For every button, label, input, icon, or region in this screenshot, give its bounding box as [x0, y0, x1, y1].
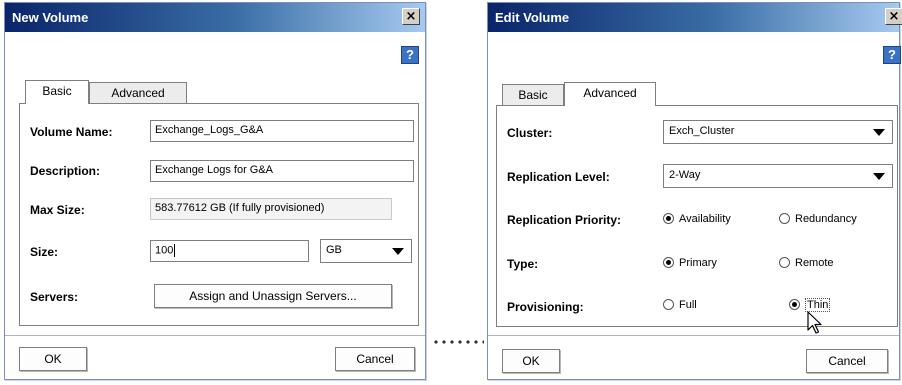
divider [5, 335, 425, 336]
servers-label: Servers: [30, 290, 79, 304]
title-bar: Edit Volume × [488, 3, 902, 32]
volume-name-label: Volume Name: [30, 125, 113, 139]
type-label: Type: [507, 257, 539, 271]
size-value: 100 [155, 244, 174, 257]
radio-selected-icon [789, 299, 800, 310]
help-icon[interactable]: ? [401, 46, 419, 64]
max-size-value: 583.77612 GB (If fully provisioned) [150, 198, 392, 220]
tab-panel-advanced: Cluster: Exch_Cluster Replication Level:… [496, 105, 898, 327]
mouse-pointer-icon [807, 311, 822, 334]
radio-label: Redundancy [795, 213, 857, 225]
max-size-label: Max Size: [30, 203, 85, 217]
radio-label: Primary [679, 257, 717, 269]
tab-basic[interactable]: Basic [502, 84, 564, 106]
chevron-down-icon [392, 248, 404, 255]
assign-servers-button[interactable]: Assign and Unassign Servers... [154, 284, 392, 308]
radio-label: Remote [795, 257, 834, 269]
radio-redundancy[interactable]: Redundancy [779, 213, 857, 225]
close-icon[interactable]: × [885, 8, 902, 25]
dotted-connector [432, 340, 484, 344]
size-field[interactable]: 100 [150, 240, 309, 262]
size-unit-value: GB [326, 244, 342, 256]
tab-panel-basic: Volume Name: Exchange_Logs_G&A Descripti… [19, 103, 419, 326]
dialog-title: Edit Volume [495, 10, 570, 25]
cancel-button[interactable]: Cancel [335, 347, 415, 371]
radio-label: Full [679, 299, 697, 311]
volume-name-field[interactable]: Exchange_Logs_G&A [150, 120, 414, 142]
radio-primary[interactable]: Primary [663, 257, 717, 269]
help-icon[interactable]: ? [883, 46, 901, 64]
radio-label: Availability [679, 213, 731, 225]
size-label: Size: [30, 245, 59, 259]
divider [488, 335, 899, 336]
ok-button[interactable]: OK [502, 349, 560, 373]
cluster-value: Exch_Cluster [669, 125, 735, 137]
tab-advanced[interactable]: Advanced [89, 82, 187, 104]
replication-level-select[interactable]: 2-Way [663, 164, 893, 188]
title-bar: New Volume × [5, 3, 425, 32]
radio-remote[interactable]: Remote [779, 257, 834, 269]
radio-unselected-icon [779, 213, 790, 224]
cluster-select[interactable]: Exch_Cluster [663, 120, 893, 144]
description-field[interactable]: Exchange Logs for G&A [150, 160, 414, 182]
description-label: Description: [30, 164, 101, 178]
radio-selected-icon [663, 257, 674, 268]
size-unit-select[interactable]: GB [320, 239, 412, 263]
cluster-label: Cluster: [507, 126, 553, 140]
chevron-down-icon [873, 173, 885, 180]
close-icon[interactable]: × [402, 8, 420, 25]
replication-level-label: Replication Level: [507, 170, 610, 184]
radio-unselected-icon [663, 299, 674, 310]
new-volume-dialog: New Volume × ? Basic Advanced Volume Nam… [4, 2, 426, 380]
radio-availability[interactable]: Availability [663, 213, 731, 225]
tab-advanced[interactable]: Advanced [564, 82, 656, 106]
edit-volume-dialog: Edit Volume × ? Basic Advanced Cluster: … [487, 2, 902, 380]
dialog-title: New Volume [12, 10, 89, 25]
tab-basic[interactable]: Basic [25, 80, 89, 104]
radio-thin[interactable]: Thin [789, 298, 831, 312]
text-caret [174, 244, 176, 257]
replication-level-value: 2-Way [669, 169, 701, 181]
radio-label: Thin [805, 298, 831, 312]
radio-unselected-icon [779, 257, 790, 268]
replication-priority-label: Replication Priority: [507, 213, 622, 227]
provisioning-label: Provisioning: [507, 300, 584, 314]
cancel-button[interactable]: Cancel [806, 349, 888, 373]
radio-full[interactable]: Full [663, 299, 697, 311]
ok-button[interactable]: OK [19, 347, 87, 371]
chevron-down-icon [873, 129, 885, 136]
radio-selected-icon [663, 213, 674, 224]
